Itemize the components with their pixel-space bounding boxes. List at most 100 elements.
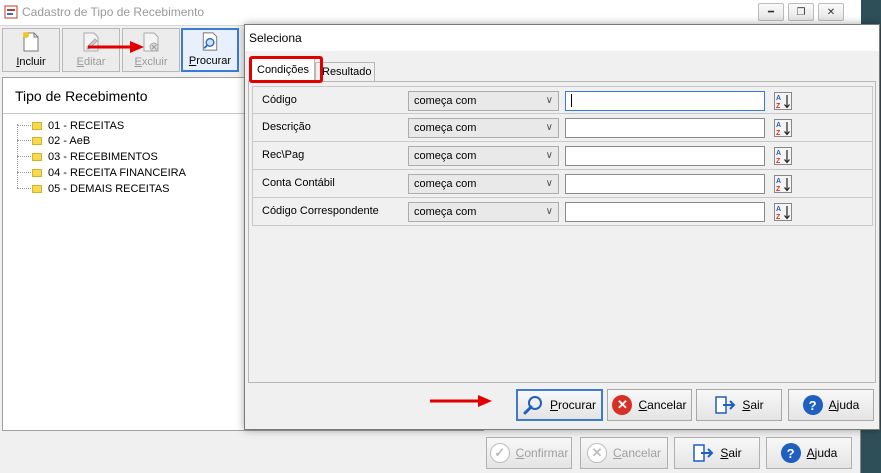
chevron-down-icon: ∨ xyxy=(545,178,553,189)
new-document-icon xyxy=(23,32,39,52)
folder-icon xyxy=(32,136,42,145)
dialog-titlebar: Seleciona xyxy=(245,25,879,51)
cancelar-button[interactable]: ✕ Cancelar xyxy=(607,389,692,421)
tree-item[interactable]: 03 - RECEBIMENTOS xyxy=(17,149,257,164)
condition-value-input[interactable] xyxy=(565,118,765,138)
cancel-icon: ✕ xyxy=(586,443,607,463)
folder-icon xyxy=(32,152,42,161)
main-bottom-bar: ✓ Confirmar ✕ Cancelar Sair ? Ajuda xyxy=(484,432,861,473)
seleciona-dialog: Seleciona Condições Resultado Código com… xyxy=(244,24,880,430)
tree-item[interactable]: 04 - RECEITA FINANCEIRA xyxy=(17,165,257,180)
condition-value-input[interactable] xyxy=(565,174,765,194)
sort-az-icon: A Z xyxy=(774,92,792,110)
tree-item[interactable]: 05 - DEMAIS RECEITAS xyxy=(17,181,257,196)
operator-select[interactable]: começa com ∨ xyxy=(408,91,559,111)
svg-text:Z: Z xyxy=(776,130,781,137)
condition-value-input[interactable] xyxy=(565,202,765,222)
tree-item[interactable]: 01 - RECEITAS xyxy=(17,118,257,133)
annotation-arrow-icon xyxy=(88,41,144,53)
help-icon: ? xyxy=(780,443,801,463)
procurar-button[interactable]: Procurar xyxy=(516,389,603,421)
sort-az-button[interactable]: A Z xyxy=(773,146,793,166)
condition-row: Rec\Pag começa com ∨ A Z xyxy=(252,142,873,170)
operator-select[interactable]: começa com ∨ xyxy=(408,118,559,138)
main-sair-button[interactable]: Sair xyxy=(674,437,760,469)
procurar-toolbar-label: Procurar xyxy=(188,55,232,67)
svg-text:A: A xyxy=(776,95,781,102)
condition-row: Conta Contábil começa com ∨ A Z xyxy=(252,170,873,198)
cancel-icon: ✕ xyxy=(612,395,633,415)
condicoes-panel: Código começa com ∨ A Z Descrição começa … xyxy=(248,81,876,383)
svg-text:A: A xyxy=(776,178,781,185)
main-ajuda-label: Ajuda xyxy=(806,446,838,460)
procurar-toolbar-button[interactable]: Procurar xyxy=(181,28,239,72)
sort-az-icon: A Z xyxy=(774,175,792,193)
incluir-label: Incluir xyxy=(16,56,46,68)
text-caret xyxy=(571,94,572,107)
condition-label: Conta Contábil xyxy=(262,177,335,189)
help-icon: ? xyxy=(802,395,823,415)
sort-az-icon: A Z xyxy=(774,203,792,221)
svg-text:A: A xyxy=(776,122,781,129)
condition-row: Código Correspondente começa com ∨ A Z xyxy=(252,198,873,226)
editar-label: Editar xyxy=(76,56,106,68)
tab-resultado[interactable]: Resultado xyxy=(315,62,375,81)
annotation-highlight-box xyxy=(249,56,323,83)
dialog-tabs: Condições Resultado xyxy=(249,58,879,81)
main-ajuda-button[interactable]: ? Ajuda xyxy=(766,437,852,469)
exit-icon xyxy=(693,444,714,462)
close-button[interactable]: ✕ xyxy=(818,3,844,21)
restore-icon: ❐ xyxy=(796,6,806,18)
search-icon xyxy=(523,396,542,415)
close-icon: ✕ xyxy=(826,6,836,18)
sort-az-icon: A Z xyxy=(774,147,792,165)
condition-value-input[interactable] xyxy=(565,91,765,111)
chevron-down-icon: ∨ xyxy=(545,95,553,106)
ajuda-label: Ajuda xyxy=(828,398,860,412)
main-sair-label: Sair xyxy=(720,446,742,460)
annotation-arrow-icon xyxy=(430,395,492,407)
sort-az-button[interactable]: A Z xyxy=(773,118,793,138)
operator-select[interactable]: começa com ∨ xyxy=(408,174,559,194)
sort-az-button[interactable]: A Z xyxy=(773,91,793,111)
main-cancelar-label: Cancelar xyxy=(612,446,662,460)
chevron-down-icon: ∨ xyxy=(545,206,553,217)
folder-icon xyxy=(32,121,42,130)
condition-value-input[interactable] xyxy=(565,146,765,166)
condition-label: Código Correspondente xyxy=(262,205,379,217)
confirmar-button[interactable]: ✓ Confirmar xyxy=(486,437,572,469)
sort-az-button[interactable]: A Z xyxy=(773,202,793,222)
conditions-grid: Código começa com ∨ A Z Descrição começa … xyxy=(252,86,873,226)
main-window-title: Cadastro de Tipo de Recebimento xyxy=(22,5,205,19)
operator-select[interactable]: começa com ∨ xyxy=(408,202,559,222)
folder-icon xyxy=(32,168,42,177)
sair-label: Sair xyxy=(742,398,764,412)
condition-label: Código xyxy=(262,94,297,106)
ajuda-button[interactable]: ? Ajuda xyxy=(788,389,874,421)
exit-icon xyxy=(715,396,736,414)
svg-text:A: A xyxy=(776,206,781,213)
condition-row: Código começa com ∨ A Z xyxy=(252,86,873,114)
sort-az-button[interactable]: A Z xyxy=(773,174,793,194)
svg-text:Z: Z xyxy=(776,214,781,221)
condition-label: Descrição xyxy=(262,121,311,133)
dialog-title: Seleciona xyxy=(249,31,302,45)
folder-icon xyxy=(32,184,42,193)
main-titlebar: Cadastro de Tipo de Recebimento ━ ❐ ✕ xyxy=(0,0,861,26)
sair-button[interactable]: Sair xyxy=(696,389,782,421)
main-cancelar-button[interactable]: ✕ Cancelar xyxy=(580,437,668,469)
minimize-button[interactable]: ━ xyxy=(758,3,784,21)
excluir-label: Excluir xyxy=(134,56,168,68)
operator-select[interactable]: começa com ∨ xyxy=(408,146,559,166)
incluir-button[interactable]: Incluir xyxy=(2,28,60,72)
tree-item[interactable]: 02 - AeB xyxy=(17,133,257,148)
cancelar-label: Cancelar xyxy=(638,398,687,412)
confirmar-label: Confirmar xyxy=(515,446,569,460)
svg-text:A: A xyxy=(776,150,781,157)
minimize-icon: ━ xyxy=(767,6,775,18)
app-icon xyxy=(4,5,18,19)
svg-text:Z: Z xyxy=(776,186,781,193)
maximize-button[interactable]: ❐ xyxy=(788,3,814,21)
procurar-label: Procurar xyxy=(549,398,597,412)
chevron-down-icon: ∨ xyxy=(545,150,553,161)
